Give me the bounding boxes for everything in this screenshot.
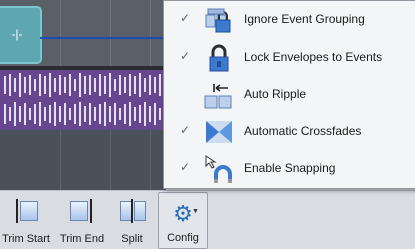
menu-item-ignore-event-grouping[interactable]: ✓ Ignore Event Grouping: [164, 1, 415, 38]
empty-track: [0, 130, 166, 190]
envelope-line[interactable]: [40, 37, 166, 39]
menu-item-enable-snapping[interactable]: ✓ Enable Snapping: [164, 150, 415, 187]
group-lock-icon: [205, 8, 231, 33]
lock-icon: [209, 44, 229, 72]
split-label: Split: [121, 233, 143, 245]
split-icon: [118, 199, 146, 223]
edit-toolbar: Trim Start Trim End Split ⚙ ▼ Config: [0, 190, 415, 249]
video-track: -|-: [0, 0, 166, 66]
menu-item-lock-envelopes[interactable]: ✓ Lock Envelopes to Events: [164, 39, 415, 76]
event-marker-icon: -|-: [11, 27, 23, 41]
trim-end-icon: [68, 199, 96, 223]
config-label: Config: [167, 232, 199, 244]
crossfade-icon: [206, 121, 232, 143]
menu-item-automatic-crossfades[interactable]: ✓ Automatic Crossfades: [164, 113, 415, 150]
trim-end-label: Trim End: [59, 233, 105, 245]
split-button[interactable]: Split: [112, 191, 152, 249]
check-icon: ✓: [179, 160, 191, 174]
timeline-area: -|-: [0, 0, 166, 190]
audio-waveform: [4, 73, 161, 126]
trim-start-button[interactable]: Trim Start: [0, 191, 52, 249]
chevron-down-icon: ▼: [192, 208, 199, 215]
trim-end-button[interactable]: Trim End: [56, 191, 108, 249]
audio-event[interactable]: [0, 70, 166, 130]
trim-start-label: Trim Start: [2, 233, 50, 245]
trim-start-icon: [12, 199, 40, 223]
menu-item-label: Automatic Crossfades: [244, 124, 362, 138]
menu-item-auto-ripple[interactable]: Auto Ripple: [164, 76, 415, 113]
check-icon: ✓: [179, 11, 191, 25]
check-icon: ✓: [179, 123, 191, 137]
menu-item-label: Ignore Event Grouping: [244, 12, 365, 26]
snap-magnet-icon: [205, 155, 232, 183]
check-icon: ✓: [179, 49, 191, 63]
menu-item-label: Lock Envelopes to Events: [244, 50, 383, 64]
menu-item-label: Auto Ripple: [244, 87, 307, 101]
config-button[interactable]: ⚙ ▼ Config: [158, 192, 208, 249]
video-event[interactable]: -|-: [0, 6, 42, 64]
auto-ripple-icon: [204, 84, 232, 109]
menu-item-label: Enable Snapping: [244, 161, 336, 175]
config-menu: ✓ Ignore Event Grouping ✓ Lock Envelopes…: [163, 0, 415, 189]
